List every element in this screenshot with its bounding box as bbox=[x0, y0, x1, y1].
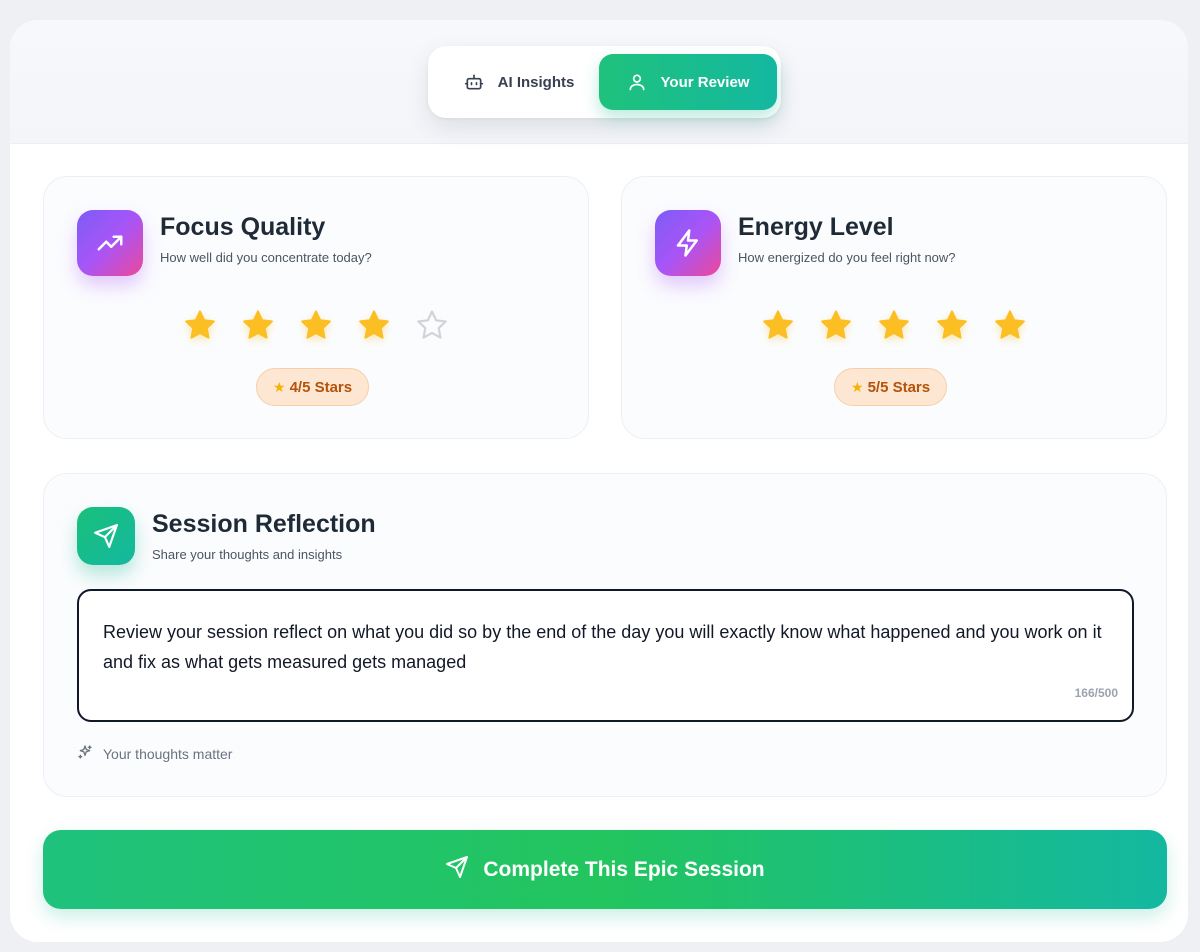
focus-badge-label: 4/5 Stars bbox=[289, 378, 353, 396]
reflection-textarea[interactable]: Review your session reflect on what you … bbox=[77, 589, 1134, 722]
bot-icon bbox=[464, 72, 484, 92]
send-icon bbox=[77, 507, 135, 565]
tab-ai-insights[interactable]: AI Insights bbox=[438, 54, 600, 110]
zap-icon bbox=[655, 210, 721, 276]
focus-star-4[interactable] bbox=[357, 308, 391, 342]
energy-star-2[interactable] bbox=[819, 308, 853, 342]
focus-star-1[interactable] bbox=[183, 308, 217, 342]
energy-level-card: Energy Level How energized do you feel r… bbox=[621, 176, 1167, 439]
trending-up-icon bbox=[77, 210, 143, 276]
send-icon bbox=[445, 855, 469, 885]
star-icon: ★ bbox=[273, 378, 286, 395]
focus-star-3[interactable] bbox=[299, 308, 333, 342]
focus-rating-badge: ★ 4/5 Stars bbox=[256, 368, 370, 406]
reflection-title: Session Reflection bbox=[152, 510, 376, 538]
energy-rating-badge: ★ 5/5 Stars bbox=[834, 368, 948, 406]
complete-session-button[interactable]: Complete This Epic Session bbox=[43, 830, 1167, 909]
hint-text: Your thoughts matter bbox=[103, 745, 233, 762]
focus-title: Focus Quality bbox=[160, 213, 326, 241]
focus-subtitle: How well did you concentrate today? bbox=[160, 250, 372, 265]
character-counter: 166/500 bbox=[1074, 686, 1118, 700]
user-icon bbox=[627, 72, 647, 92]
tab-ai-insights-label: AI Insights bbox=[497, 73, 575, 91]
focus-star-rating bbox=[183, 308, 449, 342]
energy-subtitle: How energized do you feel right now? bbox=[738, 250, 956, 265]
tab-your-review[interactable]: Your Review bbox=[599, 54, 777, 110]
session-reflection-card: Session Reflection Share your thoughts a… bbox=[43, 473, 1167, 797]
reflection-subtitle: Share your thoughts and insights bbox=[152, 547, 343, 562]
review-panel: AI Insights Your Review Focus Quality Ho… bbox=[10, 20, 1188, 942]
energy-title: Energy Level bbox=[738, 213, 894, 241]
energy-star-4[interactable] bbox=[935, 308, 969, 342]
tab-switcher: AI Insights Your Review bbox=[428, 46, 781, 118]
energy-star-rating bbox=[761, 308, 1027, 342]
complete-session-label: Complete This Epic Session bbox=[483, 857, 765, 881]
star-icon: ★ bbox=[851, 378, 864, 395]
energy-star-5[interactable] bbox=[993, 308, 1027, 342]
focus-star-2[interactable] bbox=[241, 308, 275, 342]
reflection-text: Review your session reflect on what you … bbox=[103, 622, 1102, 672]
reflection-hint: Your thoughts matter bbox=[77, 744, 232, 763]
sparkles-icon bbox=[77, 744, 93, 763]
energy-star-3[interactable] bbox=[877, 308, 911, 342]
energy-badge-label: 5/5 Stars bbox=[867, 378, 931, 396]
focus-star-5[interactable] bbox=[415, 308, 449, 342]
energy-star-1[interactable] bbox=[761, 308, 795, 342]
focus-quality-card: Focus Quality How well did you concentra… bbox=[43, 176, 589, 439]
tab-your-review-label: Your Review bbox=[660, 73, 750, 91]
